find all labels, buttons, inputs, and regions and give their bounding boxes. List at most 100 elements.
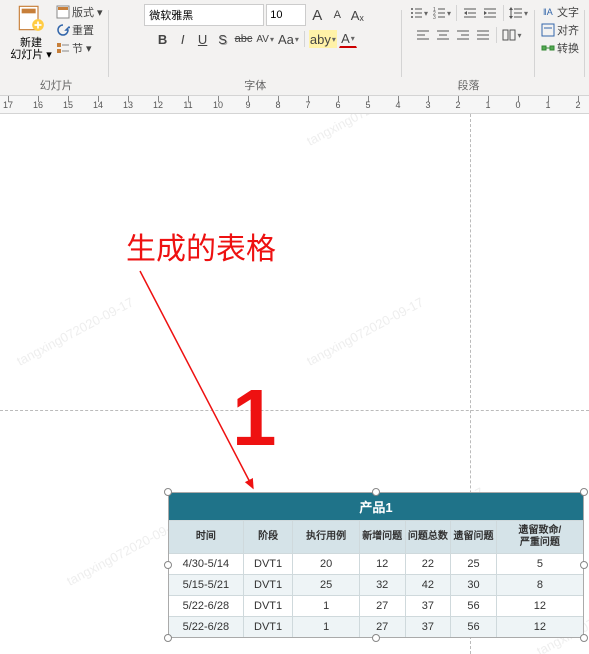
columns-icon: [502, 28, 516, 42]
table-header: 遗留问题: [451, 521, 497, 554]
table-cell[interactable]: 25: [451, 554, 497, 575]
new-slide-button[interactable]: 新建幻灯片 ▾: [10, 4, 52, 61]
table-cell[interactable]: 5/22-6/28: [169, 617, 244, 638]
indent-button[interactable]: [481, 4, 499, 22]
table-cell[interactable]: 30: [451, 575, 497, 596]
italic-button[interactable]: I: [174, 30, 192, 48]
line-spacing-button[interactable]: ▾: [508, 4, 529, 22]
strike-button[interactable]: abc: [234, 30, 254, 48]
table-row[interactable]: 5/22-6/28DVT1127375612: [169, 596, 584, 617]
bold-button[interactable]: B: [154, 30, 172, 48]
layout-button[interactable]: 版式 ▾: [56, 4, 103, 20]
table-cell[interactable]: 12: [359, 554, 405, 575]
group-para-extra: ‖A文字 对齐 转换: [535, 4, 585, 95]
table-object[interactable]: 产品1 时间阶段执行用例新增问题问题总数遗留问题遗留致命/严重问题 4/30-5…: [168, 492, 584, 638]
align-justify-button[interactable]: [474, 26, 492, 44]
convert-smartart-button[interactable]: 转换: [541, 40, 579, 56]
outdent-button[interactable]: [461, 4, 479, 22]
smartart-icon: [541, 41, 555, 55]
group-paragraph: ▾ 123▾ ▾ ▾ 段落: [402, 4, 535, 95]
resize-handle-nw[interactable]: [164, 488, 172, 496]
resize-handle-s[interactable]: [372, 634, 380, 642]
section-icon: [56, 41, 70, 55]
table-cell[interactable]: DVT1: [243, 575, 293, 596]
clear-format-button[interactable]: Aₓ: [348, 6, 366, 24]
table-cell[interactable]: 37: [405, 596, 451, 617]
font-size-combo[interactable]: [266, 4, 306, 26]
columns-button[interactable]: ▾: [501, 26, 522, 44]
grow-font-button[interactable]: A: [308, 6, 326, 24]
table-cell[interactable]: DVT1: [243, 554, 293, 575]
table-cell[interactable]: 25: [293, 575, 359, 596]
slide-canvas[interactable]: tangxing072020-09-17 tangxing072020-09-1…: [0, 114, 589, 654]
table-cell[interactable]: 5/22-6/28: [169, 596, 244, 617]
table-cell[interactable]: 42: [405, 575, 451, 596]
shadow-button[interactable]: S: [214, 30, 232, 48]
align-text-button[interactable]: 对齐: [541, 22, 579, 38]
resize-handle-n[interactable]: [372, 488, 380, 496]
svg-text:‖A: ‖A: [543, 7, 553, 17]
table-cell[interactable]: 27: [359, 617, 405, 638]
underline-button[interactable]: U: [194, 30, 212, 48]
table-cell[interactable]: 1: [293, 617, 359, 638]
align-text-icon: [541, 23, 555, 37]
table-row[interactable]: 4/30-5/14DVT1201222255: [169, 554, 584, 575]
table-cell[interactable]: 5/15-5/21: [169, 575, 244, 596]
table-cell[interactable]: 5: [496, 554, 583, 575]
resize-handle-sw[interactable]: [164, 634, 172, 642]
table-cell[interactable]: 56: [451, 596, 497, 617]
table-cell[interactable]: 56: [451, 617, 497, 638]
table-header: 新增问题: [359, 521, 405, 554]
reset-icon: [56, 23, 70, 37]
table-cell[interactable]: DVT1: [243, 596, 293, 617]
resize-handle-se[interactable]: [580, 634, 588, 642]
group-slides: 新建幻灯片 ▾ 版式 ▾ 重置 节 ▾ 幻灯片: [4, 4, 109, 95]
char-spacing-button[interactable]: AV▾: [255, 30, 275, 48]
bullets-button[interactable]: ▾: [408, 4, 429, 22]
svg-text:3: 3: [433, 15, 436, 20]
bullets-icon: [409, 6, 423, 20]
change-case-button[interactable]: Aa▾: [277, 30, 300, 48]
outdent-icon: [463, 6, 477, 20]
numbering-button[interactable]: 123▾: [431, 4, 452, 22]
layout-icon: [56, 5, 70, 19]
table-cell[interactable]: 12: [496, 617, 583, 638]
group-font-label: 字体: [244, 77, 266, 95]
ribbon: 新建幻灯片 ▾ 版式 ▾ 重置 节 ▾ 幻灯片 A A Aₓ B I U S a…: [0, 0, 589, 96]
highlight-button[interactable]: aby▾: [309, 30, 337, 48]
shrink-font-button[interactable]: A: [328, 6, 346, 24]
align-right-icon: [456, 28, 470, 42]
table-cell[interactable]: 1: [293, 596, 359, 617]
align-left-icon: [416, 28, 430, 42]
section-button[interactable]: 节 ▾: [56, 40, 103, 56]
align-right-button[interactable]: [454, 26, 472, 44]
resize-handle-w[interactable]: [164, 561, 172, 569]
watermark: tangxing072020-09-17: [14, 294, 136, 368]
new-slide-label: 新建幻灯片 ▾: [10, 37, 52, 61]
table-cell[interactable]: 22: [405, 554, 451, 575]
indent-icon: [483, 6, 497, 20]
align-left-button[interactable]: [414, 26, 432, 44]
table-header: 时间: [169, 521, 244, 554]
watermark: tangxing072020-09-17: [304, 294, 426, 368]
horizontal-ruler[interactable]: 1716151413121110987654321012: [0, 96, 589, 114]
table-cell[interactable]: 20: [293, 554, 359, 575]
table-cell[interactable]: 37: [405, 617, 451, 638]
reset-button[interactable]: 重置: [56, 22, 103, 38]
resize-handle-ne[interactable]: [580, 488, 588, 496]
group-slides-label: 幻灯片: [40, 77, 73, 95]
data-table[interactable]: 产品1 时间阶段执行用例新增问题问题总数遗留问题遗留致命/严重问题 4/30-5…: [168, 492, 584, 638]
table-cell[interactable]: DVT1: [243, 617, 293, 638]
table-cell[interactable]: 27: [359, 596, 405, 617]
table-cell[interactable]: 32: [359, 575, 405, 596]
font-color-button[interactable]: A▾: [339, 30, 357, 48]
resize-handle-e[interactable]: [580, 561, 588, 569]
annotation-number: 1: [232, 372, 277, 464]
table-cell[interactable]: 12: [496, 596, 583, 617]
font-name-combo[interactable]: [144, 4, 264, 26]
table-cell[interactable]: 4/30-5/14: [169, 554, 244, 575]
align-center-button[interactable]: [434, 26, 452, 44]
table-cell[interactable]: 8: [496, 575, 583, 596]
text-direction-button[interactable]: ‖A文字: [541, 4, 579, 20]
table-row[interactable]: 5/15-5/21DVT1253242308: [169, 575, 584, 596]
